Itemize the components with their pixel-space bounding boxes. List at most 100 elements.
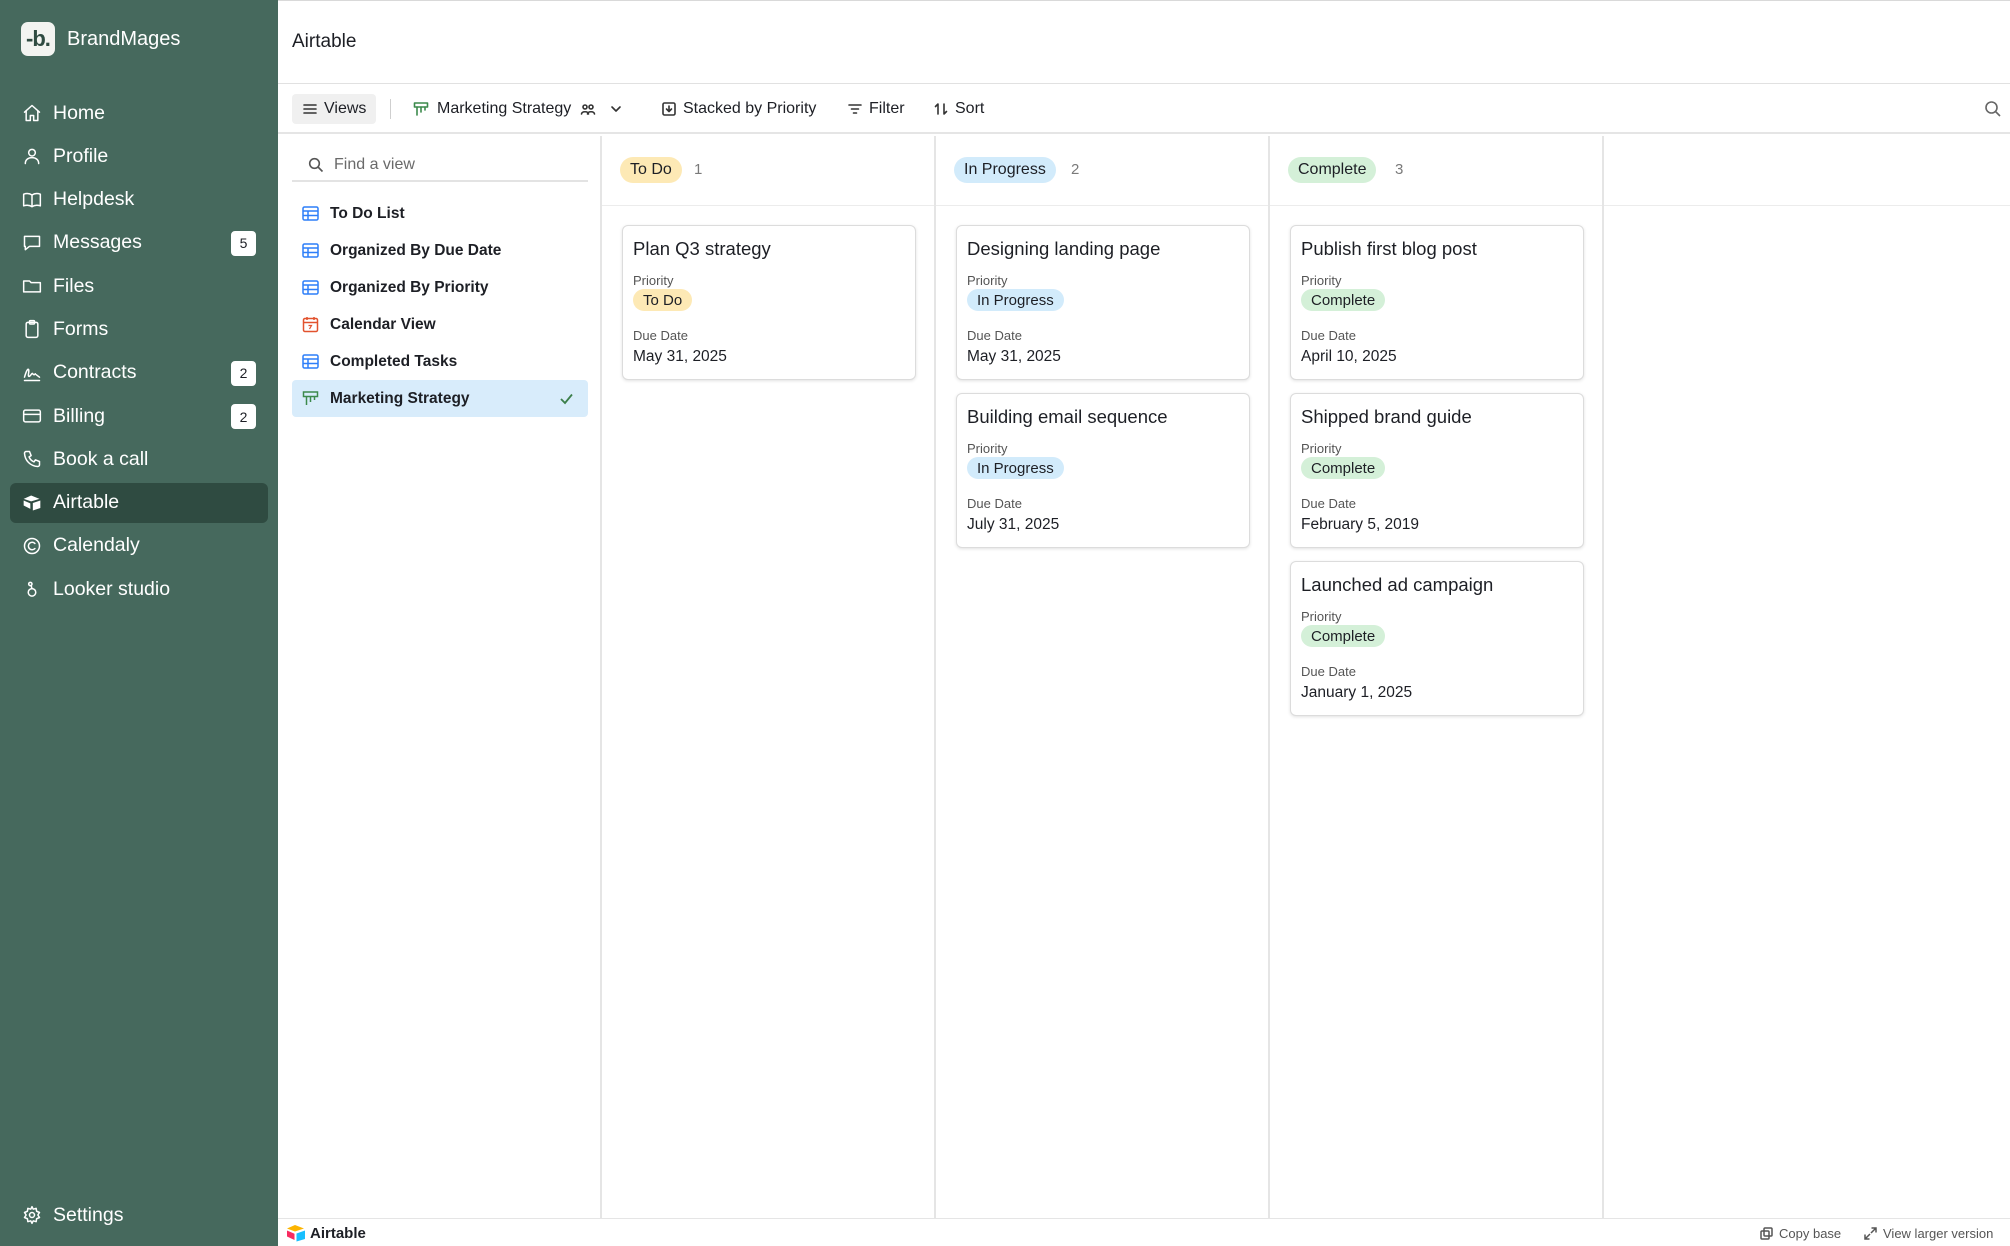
- phone-icon: [21, 448, 43, 470]
- sidebar-item-label: Airtable: [53, 491, 120, 514]
- filter-button[interactable]: Filter: [847, 94, 905, 124]
- calendar-view-icon: [302, 316, 319, 333]
- sidebar-item-label: Home: [53, 101, 106, 124]
- sort-button[interactable]: Sort: [933, 94, 984, 124]
- column-count: 1: [694, 161, 703, 178]
- search-icon: [308, 157, 324, 173]
- card-title: Publish first blog post: [1301, 238, 1477, 259]
- airtable-footer-logo[interactable]: Airtable: [286, 1224, 366, 1242]
- kanban-column-to-do: To Do 1 Plan Q3 strategy Priority To Do …: [602, 136, 936, 1218]
- views-label: Views: [324, 100, 367, 117]
- sidebar-item-label: Helpdesk: [53, 188, 135, 211]
- view-item-calendar-view[interactable]: Calendar View: [292, 306, 588, 343]
- footer-logo-text: Airtable: [310, 1224, 366, 1242]
- current-view-name: Marketing Strategy: [437, 100, 572, 117]
- sort-icon: [934, 103, 948, 115]
- view-item-label: To Do List: [330, 204, 405, 222]
- sidebar-item-home[interactable]: Home: [10, 93, 268, 133]
- sidebar-item-files[interactable]: Files: [10, 266, 268, 306]
- view-larger-label: View larger version: [1883, 1226, 1994, 1241]
- card-field-label: Priority: [1301, 441, 1342, 456]
- sidebar-item-forms[interactable]: Forms: [10, 309, 268, 349]
- view-item-completed-tasks[interactable]: Completed Tasks: [292, 343, 588, 380]
- empty-column-header: [1604, 136, 2010, 206]
- main-content: Airtable Views Marketing Strategy Stacke…: [278, 0, 2010, 1246]
- brand-logo: -b.: [21, 22, 55, 56]
- sidebar-item-label: Looker studio: [53, 577, 171, 600]
- kanban-icon: [413, 102, 429, 116]
- record-card[interactable]: Publish first blog post Priority Complet…: [1290, 225, 1584, 380]
- sidebar-item-profile[interactable]: Profile: [10, 136, 268, 176]
- priority-badge: Complete: [1301, 289, 1386, 311]
- embed-footer: Airtable Copy base View larger version: [278, 1218, 2010, 1246]
- record-card[interactable]: Designing landing page Priority In Progr…: [956, 225, 1250, 380]
- record-card[interactable]: Plan Q3 strategy Priority To Do Due Date…: [622, 225, 916, 380]
- brand[interactable]: -b. BrandMages: [21, 22, 180, 56]
- views-toggle-button[interactable]: Views: [292, 94, 377, 124]
- search-button[interactable]: [1984, 100, 2002, 123]
- book-icon: [21, 189, 43, 211]
- page-title: Airtable: [292, 31, 357, 52]
- gear-icon: [21, 1204, 43, 1226]
- current-view-switcher[interactable]: Marketing Strategy: [413, 94, 624, 124]
- record-card[interactable]: Building email sequence Priority In Prog…: [956, 393, 1250, 548]
- view-item-to-do-list[interactable]: To Do List: [292, 195, 588, 232]
- home-icon: [21, 102, 43, 124]
- column-count: 3: [1395, 161, 1404, 178]
- sidebar-item-calendaly[interactable]: Calendaly: [10, 526, 268, 566]
- card-field-label: Due Date: [633, 328, 688, 343]
- copy-base-link[interactable]: Copy base: [1760, 1226, 1841, 1241]
- user-icon: [21, 145, 43, 167]
- collaborative-view-icon: [580, 104, 596, 115]
- sidebar-item-helpdesk[interactable]: Helpdesk: [10, 180, 268, 220]
- card-title: Launched ad campaign: [1301, 574, 1494, 595]
- sidebar-item-label: Billing: [53, 404, 106, 427]
- column-status-pill[interactable]: To Do: [620, 157, 682, 183]
- view-larger-link[interactable]: View larger version: [1864, 1226, 1993, 1241]
- view-toolbar: Views Marketing Strategy Stacked by Prio…: [278, 84, 2010, 134]
- card-title: Designing landing page: [967, 238, 1161, 259]
- looker-icon: [21, 578, 43, 600]
- card-due-date: May 31, 2025: [633, 348, 727, 365]
- view-item-marketing-strategy[interactable]: Marketing Strategy: [292, 380, 588, 417]
- view-item-label: Organized By Due Date: [330, 241, 502, 259]
- sidebar-item-label: Contracts: [53, 361, 137, 384]
- view-item-organized-by-priority[interactable]: Organized By Priority: [292, 269, 588, 306]
- priority-badge: In Progress: [967, 289, 1064, 311]
- calendly-icon: [21, 535, 43, 557]
- sidebar-item-settings[interactable]: Settings: [21, 1200, 123, 1230]
- checkmark-icon: [559, 391, 574, 411]
- column-status-pill[interactable]: Complete: [1288, 157, 1377, 183]
- clipboard-icon: [21, 318, 43, 340]
- view-item-label: Completed Tasks: [330, 352, 458, 370]
- menu-icon: [303, 104, 317, 114]
- views-panel: Find a view To Do List Organized By Due …: [278, 136, 602, 1218]
- brand-name: BrandMages: [67, 27, 181, 50]
- sidebar-item-airtable[interactable]: Airtable: [10, 482, 268, 523]
- card-due-date: February 5, 2019: [1301, 516, 1420, 533]
- sidebar-item-contracts[interactable]: Contracts 2: [10, 353, 268, 393]
- filter-icon: [848, 104, 862, 114]
- billing-count-badge: 2: [231, 404, 256, 430]
- view-item-label: Calendar View: [330, 315, 436, 333]
- filter-label: Filter: [869, 100, 905, 117]
- card-field-label: Priority: [967, 273, 1008, 288]
- card-due-date: July 31, 2025: [967, 516, 1060, 533]
- kanban-view-icon: [302, 390, 319, 407]
- find-view-input[interactable]: Find a view: [292, 150, 588, 182]
- column-status-pill[interactable]: In Progress: [954, 157, 1056, 183]
- priority-badge: Complete: [1301, 625, 1386, 647]
- sidebar-item-looker-studio[interactable]: Looker studio: [10, 569, 268, 609]
- record-card[interactable]: Shipped brand guide Priority Complete Du…: [1290, 393, 1584, 548]
- sidebar-item-billing[interactable]: Billing 2: [10, 396, 268, 436]
- search-icon: [1985, 101, 2001, 117]
- grid-view-icon: [302, 353, 319, 370]
- view-item-label: Marketing Strategy: [330, 389, 470, 407]
- divider: [390, 99, 391, 119]
- view-item-organized-by-due-date[interactable]: Organized By Due Date: [292, 232, 588, 269]
- stacked-by-button[interactable]: Stacked by Priority: [661, 94, 816, 124]
- sidebar-item-messages[interactable]: Messages 5: [10, 223, 268, 263]
- record-card[interactable]: Launched ad campaign Priority Complete D…: [1290, 561, 1584, 716]
- sidebar-item-book-a-call[interactable]: Book a call: [10, 439, 268, 479]
- airtable-logo-icon: [287, 1225, 305, 1242]
